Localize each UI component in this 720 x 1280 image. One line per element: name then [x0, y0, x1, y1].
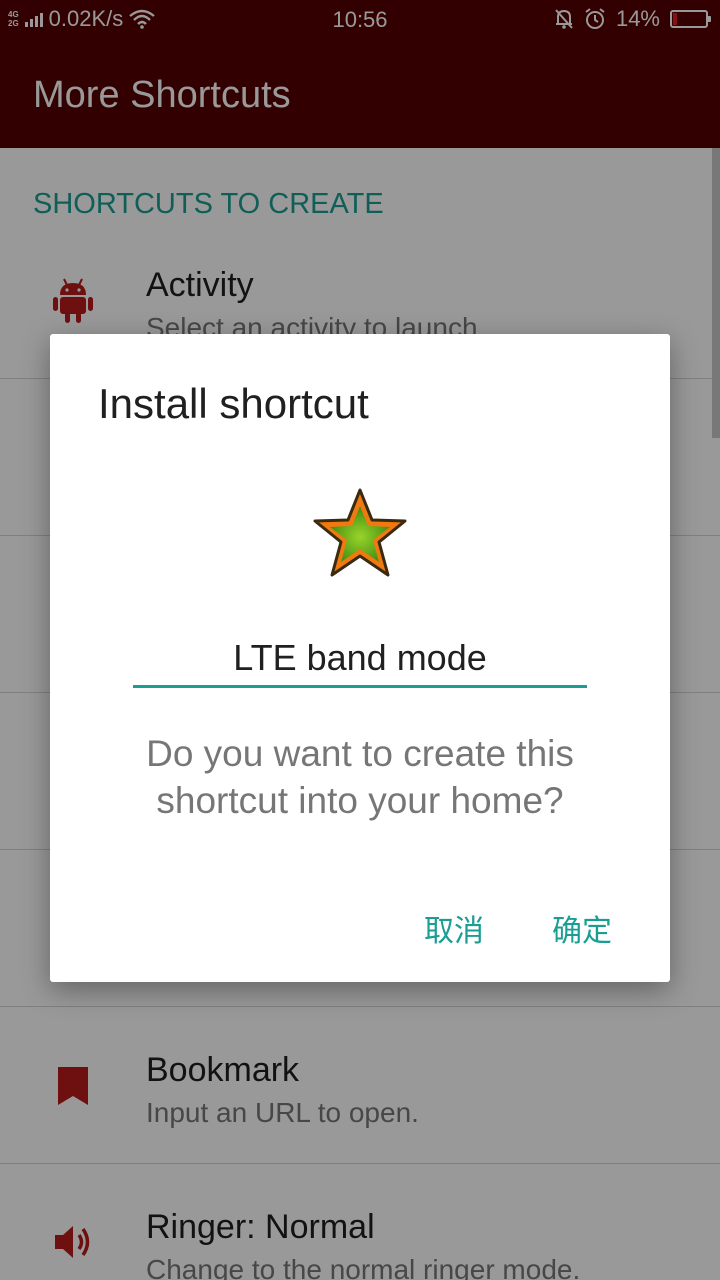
- dialog-message: Do you want to create this shortcut into…: [146, 733, 574, 821]
- star-icon: [313, 488, 407, 577]
- shortcut-name-field[interactable]: [133, 630, 587, 688]
- install-shortcut-dialog: Install shortcut Do you want to create t…: [50, 334, 670, 982]
- dialog-title: Install shortcut: [98, 380, 369, 427]
- ok-button[interactable]: 确定: [552, 906, 612, 950]
- cancel-button[interactable]: 取消: [424, 906, 484, 950]
